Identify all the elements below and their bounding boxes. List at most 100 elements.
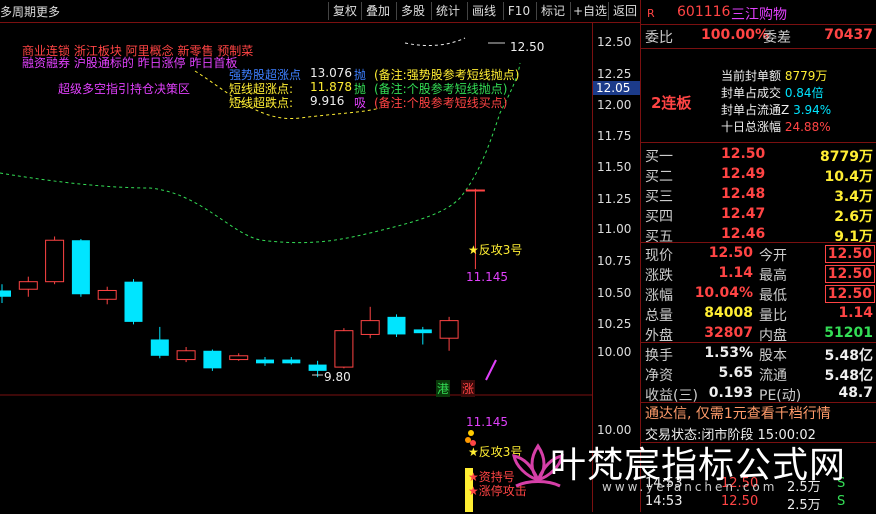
candle-body[interactable] [256, 359, 274, 364]
current-price-tag: 12.05 [593, 81, 640, 95]
divider [641, 142, 876, 143]
add-favorite-button[interactable]: +自选 [570, 2, 609, 20]
promo-link[interactable]: 通达信, 仅需1元查看千档行情 [645, 403, 831, 423]
bid-row[interactable]: 买一 12.50 8779万 [641, 146, 876, 166]
bid-label: 买三 [645, 189, 673, 205]
bid-label: 买二 [645, 169, 673, 185]
total-volume: 84008 [704, 305, 753, 321]
candle-body[interactable] [176, 350, 196, 361]
mark-button[interactable]: 标记 [536, 2, 569, 20]
quote-label: 涨跌 [645, 268, 673, 284]
draw-line-button[interactable]: 画线 [467, 2, 500, 20]
magenta-slash-mark [485, 359, 497, 381]
more-button[interactable]: 更多 [36, 3, 60, 20]
level-label-2: 短线超跌点: [229, 96, 294, 110]
earnings: 0.193 [708, 385, 753, 401]
open-price: 12.50 [824, 245, 875, 263]
stat-label: 封单占流通Z [721, 103, 790, 117]
low-price-label: 9.80 [324, 370, 351, 384]
lower-signal-value: 11.145 [466, 415, 508, 429]
price-tick: 10.25 [597, 317, 632, 331]
bid-label: 买一 [645, 149, 673, 165]
seal-stats: 当前封单额 8779万 封单占成交 0.84倍 封单占流通Z 3.94% 十日总… [721, 68, 831, 136]
volume-ratio: 1.14 [838, 305, 873, 321]
candle-body[interactable] [282, 359, 301, 364]
current-price: 12.50 [708, 245, 753, 261]
f10-button[interactable]: F10 [503, 2, 534, 20]
quote-label: 涨幅 [645, 288, 673, 304]
candle-body[interactable] [229, 355, 249, 361]
stat-value: 8779万 [784, 69, 828, 83]
outer-volume: 32807 [704, 325, 753, 341]
stat-value: 3.94% [793, 103, 832, 117]
level-value-2: 9.916 [310, 94, 345, 108]
stock-name[interactable]: 三江购物 [731, 4, 787, 24]
quote-row: 净资 5.65 流通 5.48亿 [641, 365, 876, 385]
weibi-label: 委比 [645, 30, 673, 46]
level-note-2: (备注:个股参考短线买点) [374, 96, 508, 110]
price-tick: 12.00 [597, 98, 632, 112]
bid-row[interactable]: 买二 12.49 10.4万 [641, 166, 876, 186]
bid-price: 12.46 [721, 226, 766, 242]
quote-row: 涨幅 10.04% 最低 12.50 [641, 285, 876, 305]
bid-volume: 10.4万 [824, 169, 873, 185]
candle-body[interactable] [71, 240, 90, 295]
hk-connect-badge: 港 [436, 380, 451, 397]
candle-body[interactable] [439, 320, 459, 339]
bid-price: 12.49 [721, 166, 766, 182]
concept-tags-line2: 融资融券 沪股通标的 昨日涨停 昨日首板 [22, 56, 238, 70]
multi-stock-button[interactable]: 多股 [396, 2, 429, 20]
candle-body[interactable] [360, 320, 380, 335]
limit-up-badge: 涨 [461, 380, 476, 397]
high-price: 12.50 [824, 265, 875, 283]
change-value: 1.14 [718, 265, 753, 281]
bid-volume: 9.1万 [834, 229, 873, 245]
inner-volume: 51201 [824, 325, 873, 341]
divider [641, 24, 876, 25]
candle-body[interactable] [334, 330, 354, 368]
candle-body[interactable] [150, 339, 169, 356]
quote-row: 总量 84008 量比 1.14 [641, 305, 876, 325]
quote-label: 量比 [759, 308, 787, 324]
candle-body[interactable] [97, 289, 117, 300]
bid-row[interactable]: 买三 12.48 3.4万 [641, 186, 876, 206]
bid-row[interactable]: 买五 12.46 9.1万 [641, 226, 876, 246]
period-button[interactable]: 多周期 [0, 3, 36, 20]
candle-body[interactable] [465, 189, 485, 192]
site-watermark: 叶梵宸指标公式网 www.yefanchen.com [470, 430, 876, 512]
stock-marker: R [647, 7, 655, 20]
bid-row[interactable]: 买四 12.47 2.6万 [641, 206, 876, 226]
candle-body[interactable] [0, 290, 11, 297]
bid-volume: 8779万 [820, 149, 873, 165]
divider [641, 48, 876, 49]
net-assets: 5.65 [718, 365, 753, 381]
back-button[interactable]: 返回 [608, 2, 641, 20]
indicator-note: 超级多空指引持仓决策区 [58, 82, 191, 96]
stat-value: 24.88% [784, 120, 831, 134]
candle-body[interactable] [45, 239, 65, 283]
candle-body[interactable] [124, 281, 143, 322]
candle-body[interactable] [18, 281, 38, 290]
candle-body[interactable] [203, 350, 222, 369]
bid-label: 买四 [645, 209, 673, 225]
order-ratio-row: 委比 100.00% 委差 70437 [641, 27, 876, 47]
bid-label: 买五 [645, 229, 673, 245]
candle-body[interactable] [413, 329, 432, 334]
price-tick: 12.50 [597, 35, 632, 49]
overlay-button[interactable]: 叠加 [361, 2, 394, 20]
fuquan-button[interactable]: 复权 [328, 2, 361, 20]
candle-body[interactable] [387, 316, 406, 335]
stat-label: 当前封单额 [721, 69, 782, 83]
watermark-url: www.yefanchen.com [602, 480, 778, 494]
quote-label: 今开 [759, 248, 787, 264]
price-tick: 10.50 [597, 286, 632, 300]
weicha-value: 70437 [824, 27, 873, 43]
quote-label: 最低 [759, 288, 787, 304]
quote-label: 净资 [645, 368, 673, 384]
statistics-button[interactable]: 统计 [431, 2, 464, 20]
price-tick: 11.00 [597, 222, 632, 236]
pe-ratio: 48.7 [838, 385, 873, 401]
bid-volume: 2.6万 [834, 209, 873, 225]
quote-label: 流通 [759, 368, 787, 384]
resistance-dotted-line [404, 37, 466, 46]
